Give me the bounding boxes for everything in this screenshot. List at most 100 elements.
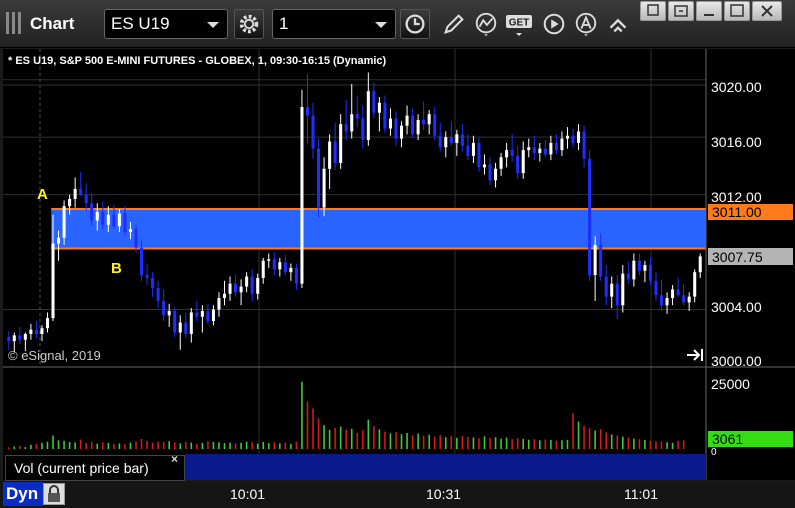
candle-body [95, 211, 99, 221]
candle-body [361, 118, 365, 141]
candle-body [394, 118, 398, 139]
candle-body [582, 131, 586, 159]
candle-body [18, 335, 22, 340]
candle-body [521, 150, 525, 174]
study-icon[interactable] [473, 10, 499, 38]
close-icon [761, 5, 773, 17]
candle-body [588, 158, 592, 276]
candle-body [399, 125, 404, 139]
candle-body [23, 333, 27, 340]
candle-body [687, 296, 691, 303]
candle-body [665, 298, 669, 306]
price-tick: 3020.00 [711, 79, 762, 95]
chevron-down-icon[interactable] [375, 22, 387, 28]
candle-body [427, 114, 431, 125]
candle-body [51, 243, 55, 319]
zone-upper-value: 3011.00 [712, 204, 762, 220]
candle-body [482, 164, 487, 168]
candle-body [195, 312, 199, 317]
candle-body [112, 214, 116, 227]
candle-body [405, 115, 409, 126]
candle-body [239, 286, 243, 293]
time-tick: 11:01 [624, 486, 658, 502]
candle-body [29, 329, 33, 334]
candle-body [560, 138, 564, 151]
candle-body [549, 142, 553, 155]
candle-body [101, 211, 105, 225]
candle-body [577, 131, 581, 143]
candle-body [267, 259, 271, 261]
restore-button[interactable] [668, 1, 694, 21]
get-data-icon[interactable]: GET [505, 10, 535, 38]
settings-button[interactable] [234, 9, 264, 39]
link-icon[interactable] [605, 10, 631, 38]
interval-combobox[interactable]: 1 [272, 9, 396, 39]
candle-body [79, 188, 83, 195]
candle-body [554, 142, 558, 151]
price-tick: 3016.00 [711, 134, 762, 150]
candle-body [40, 328, 44, 334]
candle-body [261, 260, 265, 278]
candle-body [34, 329, 38, 334]
candle-body [682, 295, 686, 303]
candle-body [73, 188, 77, 199]
zone-band[interactable] [51, 209, 706, 249]
candle-body [311, 115, 315, 149]
candle-body [278, 262, 282, 270]
candle-body [328, 141, 332, 169]
candle-body [477, 142, 481, 168]
symbol-value: ES U19 [111, 14, 170, 33]
candle-body [344, 124, 348, 132]
volume-strip [185, 454, 706, 480]
pencil-icon[interactable] [441, 10, 467, 38]
drag-grip-icon[interactable] [6, 12, 24, 34]
maximize-button[interactable] [724, 1, 750, 21]
tray-icon [647, 4, 659, 16]
time-tick: 10:01 [230, 486, 266, 502]
price-tick: 3012.00 [711, 189, 762, 205]
candle-body [449, 137, 453, 143]
candle-body [671, 289, 675, 299]
candle-body [84, 194, 88, 204]
candle-body [333, 141, 337, 164]
candle-body [206, 310, 210, 322]
candle-body [228, 283, 232, 294]
cursor-mode-icon[interactable] [573, 10, 599, 38]
candle-body [145, 275, 149, 278]
time-template-button[interactable] [400, 9, 430, 39]
candle-body [599, 244, 603, 277]
candle-body [322, 168, 326, 208]
last-price-value: 3007.75 [712, 249, 763, 265]
candle-body [128, 229, 132, 232]
candle-body [455, 134, 459, 143]
candle-body [300, 107, 304, 284]
tray-button[interactable] [640, 1, 666, 21]
candle-body [543, 148, 547, 155]
candle-body [438, 135, 442, 148]
zone-label-b: B [111, 260, 122, 277]
candle-body [178, 322, 182, 333]
symbol-combobox[interactable]: ES U19 [104, 9, 228, 39]
candle-body [565, 135, 569, 139]
dynamic-mode-button[interactable]: Dyn [3, 482, 43, 506]
candle-body [366, 91, 370, 141]
candle-body [571, 135, 575, 143]
candle-body [289, 267, 293, 273]
chevron-down-icon[interactable] [207, 22, 219, 28]
interval-value: 1 [279, 14, 289, 33]
candle-body [377, 102, 381, 113]
lock-button[interactable] [43, 483, 65, 505]
price-chart[interactable]: 3020.00 3016.00 3012.00 3004.00 3000.00 … [3, 49, 795, 480]
candle-body [200, 310, 204, 317]
candle-body [62, 206, 66, 238]
price-tick: 3004.00 [711, 299, 762, 315]
minimize-icon [704, 14, 714, 16]
minimize-button[interactable] [696, 1, 722, 21]
volume-study-label[interactable]: Vol (current price bar) [5, 455, 185, 481]
chart-area[interactable]: 3020.00 3016.00 3012.00 3004.00 3000.00 … [3, 49, 795, 480]
close-study-icon[interactable]: × [171, 452, 178, 466]
candle-body [134, 229, 138, 248]
candle-body [189, 312, 193, 334]
play-icon[interactable] [541, 10, 567, 38]
close-button[interactable] [752, 1, 782, 21]
